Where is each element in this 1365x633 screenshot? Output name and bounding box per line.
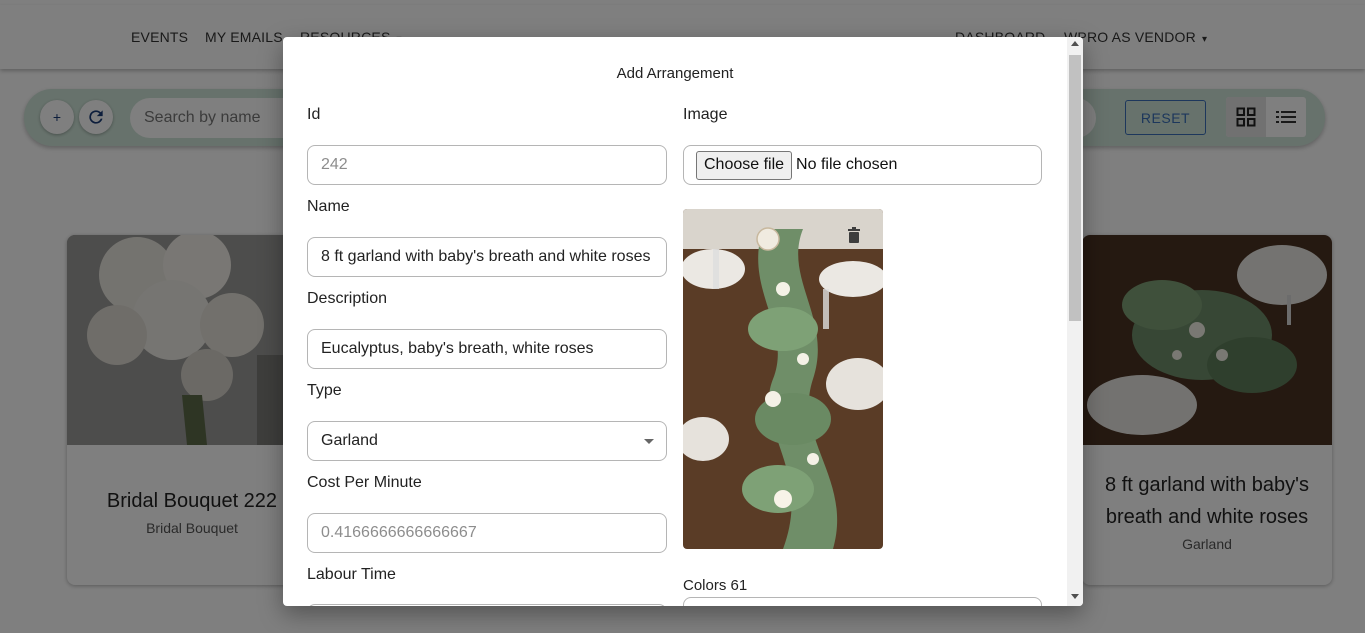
colors-label: Colors 61: [683, 577, 748, 594]
dialog-title: Add Arrangement: [616, 65, 734, 82]
choose-file-button[interactable]: Choose file: [696, 150, 793, 180]
name-field[interactable]: 8 ft garland with baby's breath and whit…: [307, 237, 667, 277]
type-selected-value: Garland: [321, 432, 378, 449]
name-label: Name: [307, 198, 350, 215]
colors-field[interactable]: [683, 597, 1042, 606]
image-label: Image: [683, 106, 728, 123]
dialog-scrollbar[interactable]: [1067, 37, 1083, 606]
cost-label: Cost Per Minute: [307, 474, 422, 491]
scroll-thumb[interactable]: [1069, 55, 1081, 321]
cost-field[interactable]: 0.4166666666666667: [307, 513, 667, 553]
add-arrangement-dialog: Add Arrangement Id 242 Name 8 ft garland…: [283, 37, 1083, 606]
description-label: Description: [307, 290, 388, 307]
id-label: Id: [307, 106, 321, 123]
delete-image-button[interactable]: [847, 227, 861, 248]
scroll-up-arrow-icon[interactable]: [1071, 41, 1079, 46]
type-label: Type: [307, 382, 342, 399]
type-select[interactable]: Garland: [307, 421, 667, 461]
labour-time-label: Labour Time: [307, 566, 396, 583]
garland-preview-image: [683, 209, 883, 549]
scroll-down-arrow-icon[interactable]: [1071, 594, 1079, 599]
labour-time-field[interactable]: [307, 604, 667, 606]
id-field[interactable]: 242: [307, 145, 667, 185]
image-preview: [683, 209, 883, 549]
trash-icon: [848, 227, 860, 243]
image-file-input[interactable]: Choose file No file chosen: [683, 145, 1042, 185]
description-field[interactable]: Eucalyptus, baby's breath, white roses: [307, 329, 667, 369]
dropdown-arrow-icon: [644, 439, 654, 444]
file-status: No file chosen: [796, 156, 898, 173]
